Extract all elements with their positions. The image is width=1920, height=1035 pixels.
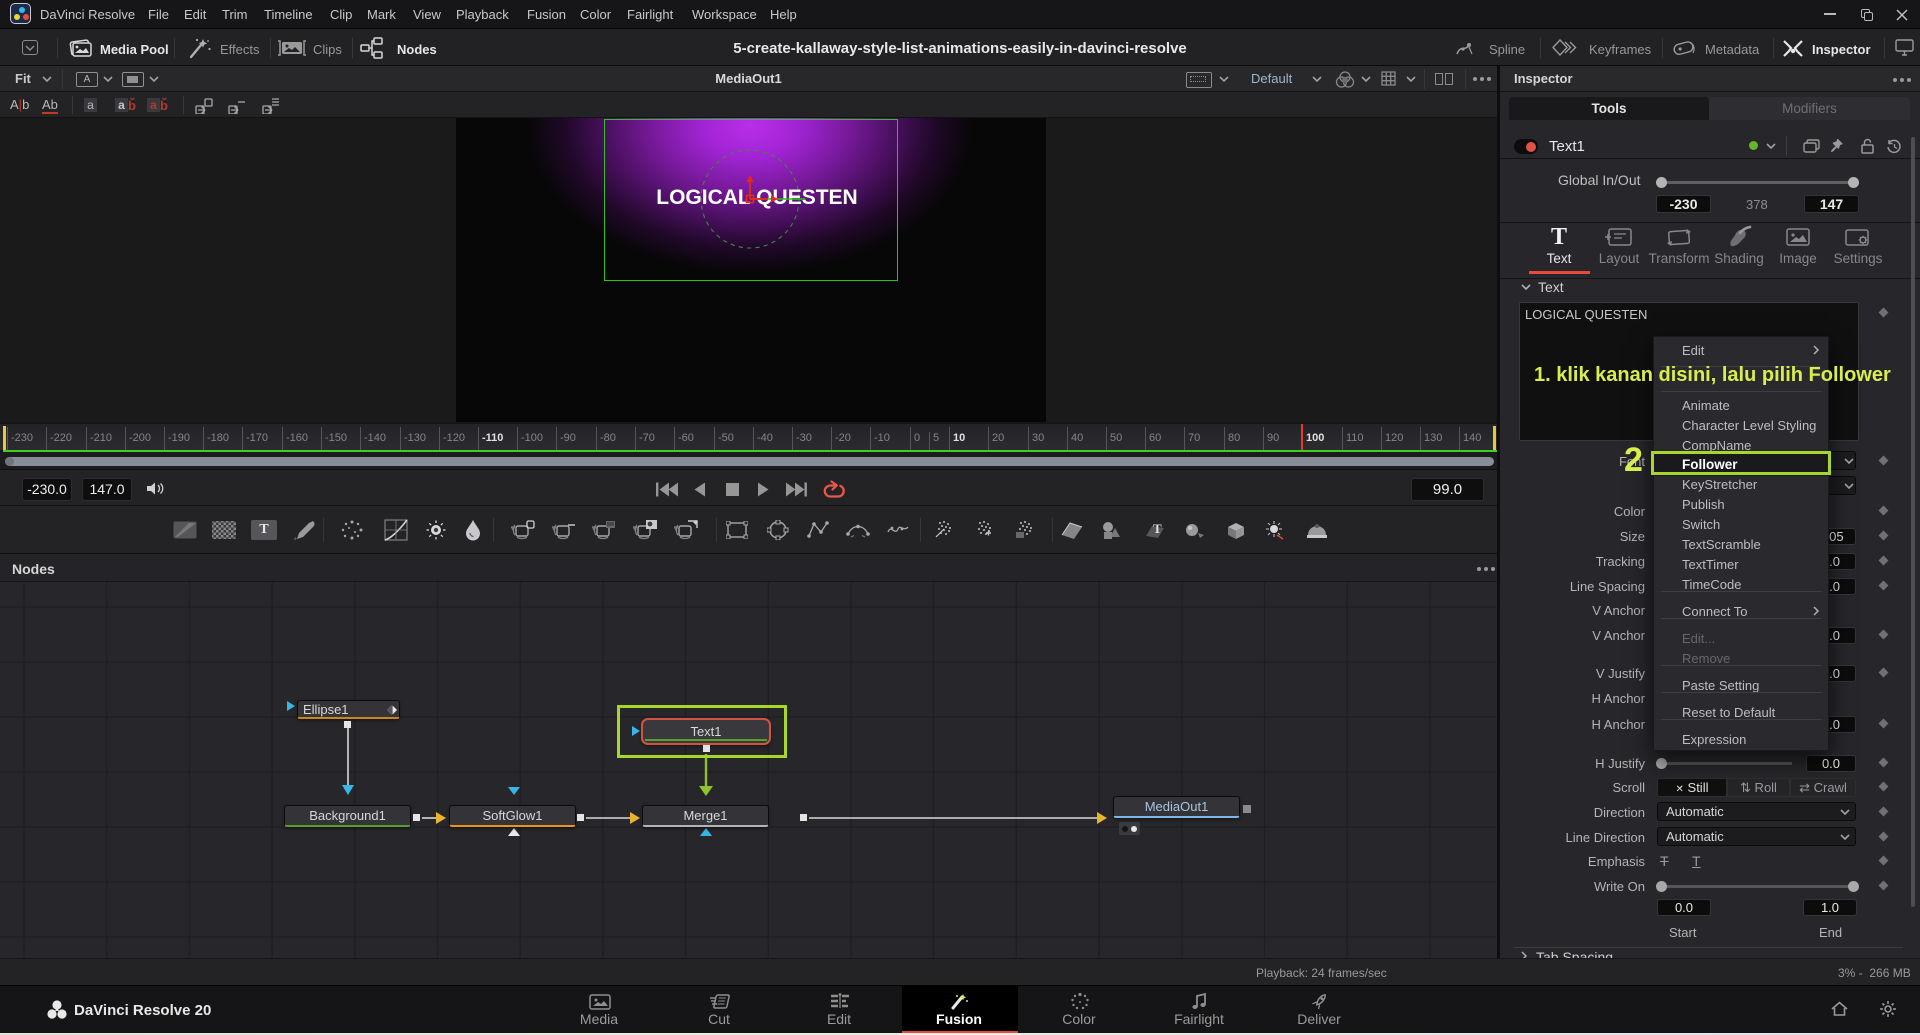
svg-text:T: T — [1153, 521, 1162, 536]
